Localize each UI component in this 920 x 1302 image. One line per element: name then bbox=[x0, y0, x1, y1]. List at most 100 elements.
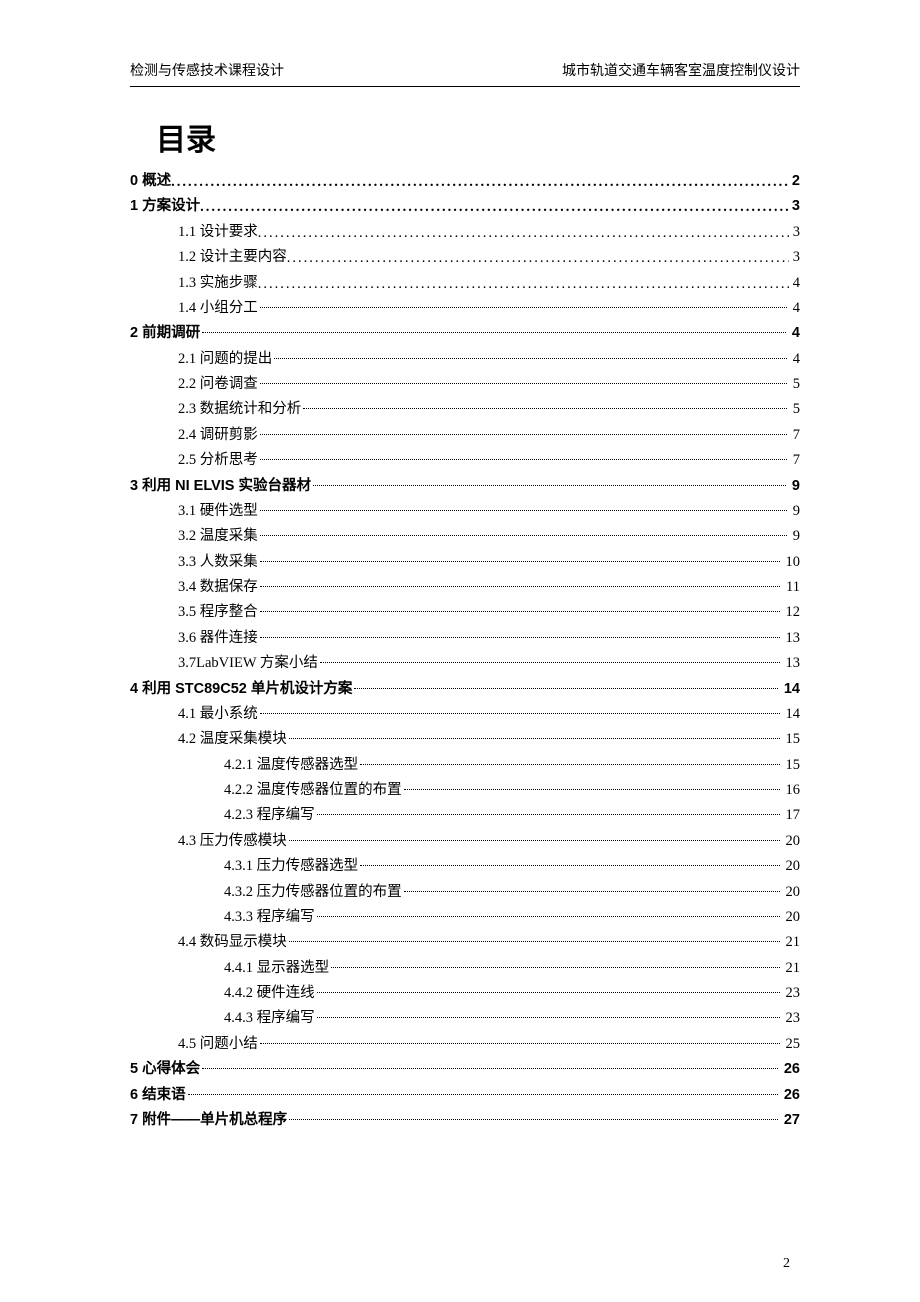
toc-leader bbox=[360, 764, 779, 765]
toc-leader bbox=[289, 941, 780, 942]
toc-page: 27 bbox=[780, 1108, 800, 1133]
toc-page: 4 bbox=[789, 296, 800, 321]
toc-page: 2 bbox=[788, 169, 800, 194]
table-of-contents: 0 概述21 方案设计31.1 设计要求31.2 设计主要内容31.3 实施步骤… bbox=[130, 169, 800, 1133]
toc-label: 3.5 程序整合 bbox=[178, 600, 258, 625]
toc-leader bbox=[289, 840, 780, 841]
toc-entry: 2.1 问题的提出4 bbox=[130, 347, 800, 372]
toc-entry: 4.4 数码显示模块21 bbox=[130, 930, 800, 955]
toc-entry: 3.7LabVIEW 方案小结13 bbox=[130, 651, 800, 676]
toc-entry: 2.4 调研剪影7 bbox=[130, 423, 800, 448]
toc-label: 3.7LabVIEW 方案小结 bbox=[178, 651, 318, 676]
toc-leader bbox=[317, 814, 780, 815]
header-rule bbox=[130, 86, 800, 87]
toc-entry: 4.2.1 温度传感器选型15 bbox=[130, 753, 800, 778]
toc-label: 0 概述 bbox=[130, 169, 171, 194]
toc-leader bbox=[200, 195, 788, 220]
toc-leader bbox=[260, 586, 780, 587]
toc-leader bbox=[287, 246, 789, 271]
toc-label: 4.2 温度采集模块 bbox=[178, 727, 287, 752]
toc-label: 4.4.2 硬件连线 bbox=[224, 981, 315, 1006]
toc-label: 2 前期调研 bbox=[130, 321, 200, 346]
toc-label: 3.6 器件连接 bbox=[178, 626, 258, 651]
toc-leader bbox=[289, 1119, 778, 1120]
toc-entry: 4.2.3 程序编写 17 bbox=[130, 803, 800, 828]
toc-page: 15 bbox=[782, 727, 801, 752]
toc-entry: 4.3.2 压力传感器位置的布置 20 bbox=[130, 880, 800, 905]
toc-page: 3 bbox=[789, 245, 800, 270]
toc-label: 4.3.1 压力传感器选型 bbox=[224, 854, 358, 879]
toc-leader bbox=[260, 535, 787, 536]
toc-label: 1.4 小组分工 bbox=[178, 296, 258, 321]
toc-entry: 0 概述 2 bbox=[130, 169, 800, 194]
toc-leader bbox=[260, 459, 787, 460]
page-number: 2 bbox=[783, 1256, 790, 1272]
toc-page: 13 bbox=[782, 626, 801, 651]
toc-label: 3.1 硬件选型 bbox=[178, 499, 258, 524]
toc-entry: 3.2 温度采集 9 bbox=[130, 524, 800, 549]
toc-entry: 3.6 器件连接 13 bbox=[130, 626, 800, 651]
toc-entry: 4 利用 STC89C52 单片机设计方案 14 bbox=[130, 677, 800, 702]
toc-page: 9 bbox=[789, 499, 800, 524]
toc-leader bbox=[303, 408, 787, 409]
toc-leader bbox=[202, 1068, 778, 1069]
toc-page: 3 bbox=[788, 194, 800, 219]
toc-entry: 7 附件——单片机总程序 27 bbox=[130, 1108, 800, 1133]
toc-label: 4.4 数码显示模块 bbox=[178, 930, 287, 955]
toc-entry: 4.1 最小系统14 bbox=[130, 702, 800, 727]
toc-label: 7 附件——单片机总程序 bbox=[130, 1108, 287, 1133]
toc-page: 17 bbox=[782, 803, 801, 828]
toc-entry: 5 心得体会26 bbox=[130, 1057, 800, 1082]
toc-entry: 2 前期调研4 bbox=[130, 321, 800, 346]
toc-page: 20 bbox=[782, 880, 801, 905]
toc-leader bbox=[202, 332, 786, 333]
toc-label: 4.3.2 压力传感器位置的布置 bbox=[224, 880, 402, 905]
toc-label: 3.2 温度采集 bbox=[178, 524, 258, 549]
toc-entry: 1 方案设计3 bbox=[130, 194, 800, 219]
toc-label: 2.2 问卷调查 bbox=[178, 372, 258, 397]
toc-label: 4 利用 STC89C52 单片机设计方案 bbox=[130, 677, 352, 702]
toc-entry: 3 利用 NI ELVIS 实验台器材9 bbox=[130, 474, 800, 499]
toc-page: 4 bbox=[789, 271, 800, 296]
toc-leader bbox=[260, 637, 780, 638]
toc-page: 5 bbox=[789, 397, 800, 422]
toc-leader bbox=[317, 992, 780, 993]
toc-page: 14 bbox=[780, 677, 800, 702]
toc-page: 20 bbox=[782, 829, 801, 854]
toc-label: 1.1 设计要求 bbox=[178, 220, 258, 245]
toc-entry: 3.3 人数采集10 bbox=[130, 550, 800, 575]
toc-entry: 4.4.3 程序编写23 bbox=[130, 1006, 800, 1031]
toc-title: 目录 bbox=[156, 115, 800, 159]
toc-page: 10 bbox=[782, 550, 801, 575]
toc-leader bbox=[404, 789, 780, 790]
toc-entry: 1.4 小组分工 4 bbox=[130, 296, 800, 321]
toc-page: 23 bbox=[782, 1006, 801, 1031]
toc-page: 25 bbox=[782, 1032, 801, 1057]
toc-leader bbox=[258, 221, 789, 246]
document-page: 检测与传感技术课程设计 城市轨道交通车辆客室温度控制仪设计 目录 0 概述21 … bbox=[0, 0, 920, 1302]
toc-page: 26 bbox=[780, 1083, 800, 1108]
toc-entry: 3.4 数据保存11 bbox=[130, 575, 800, 600]
toc-page: 9 bbox=[789, 524, 800, 549]
page-header: 检测与传感技术课程设计 城市轨道交通车辆客室温度控制仪设计 bbox=[130, 60, 800, 86]
toc-leader bbox=[260, 434, 787, 435]
toc-leader bbox=[274, 358, 787, 359]
header-left: 检测与传感技术课程设计 bbox=[130, 60, 284, 80]
toc-label: 6 结束语 bbox=[130, 1083, 186, 1108]
toc-label: 2.3 数据统计和分析 bbox=[178, 397, 301, 422]
toc-entry: 3.1 硬件选型 9 bbox=[130, 499, 800, 524]
toc-label: 5 心得体会 bbox=[130, 1057, 200, 1082]
toc-page: 23 bbox=[782, 981, 801, 1006]
toc-entry: 2.5 分析思考7 bbox=[130, 448, 800, 473]
toc-entry: 4.4.2 硬件连线 23 bbox=[130, 981, 800, 1006]
toc-label: 2.4 调研剪影 bbox=[178, 423, 258, 448]
toc-leader bbox=[260, 713, 780, 714]
toc-leader bbox=[317, 916, 780, 917]
toc-page: 20 bbox=[782, 854, 801, 879]
toc-leader bbox=[313, 485, 786, 486]
toc-label: 4.2.3 程序编写 bbox=[224, 803, 315, 828]
toc-label: 1.3 实施步骤 bbox=[178, 271, 258, 296]
toc-label: 2.1 问题的提出 bbox=[178, 347, 272, 372]
toc-label: 4.2.1 温度传感器选型 bbox=[224, 753, 358, 778]
toc-entry: 1.3 实施步骤 4 bbox=[130, 271, 800, 296]
